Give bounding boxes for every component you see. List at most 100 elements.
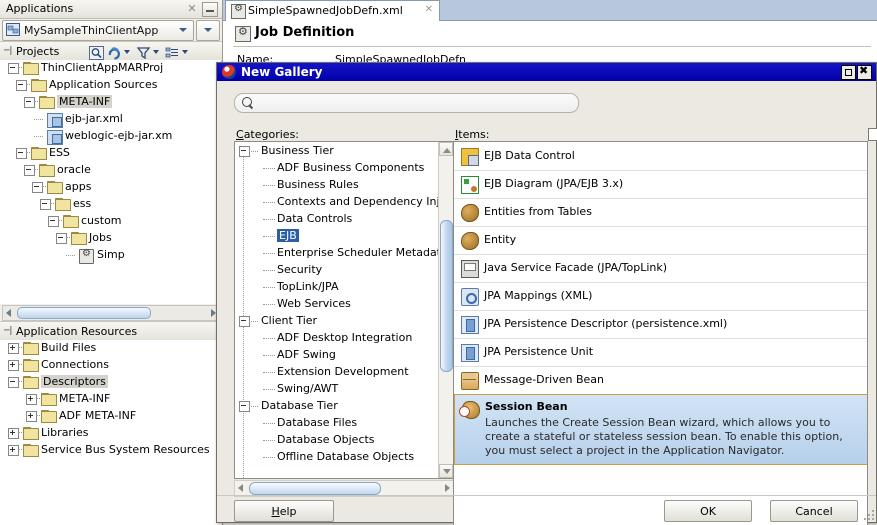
- tree-expander-icon[interactable]: [24, 165, 35, 176]
- ok-button[interactable]: OK: [664, 500, 752, 522]
- tree-expander-icon[interactable]: [26, 411, 37, 422]
- item-label: Entity: [484, 233, 517, 246]
- scroll-left-icon[interactable]: [6, 309, 11, 317]
- category-item[interactable]: ADF Business Components: [235, 159, 439, 176]
- tree-item-label: ThinClientAppMARProj: [41, 61, 164, 74]
- item-row[interactable]: JPA Persistence Descriptor (persistence.…: [454, 310, 867, 339]
- tree-expander-icon[interactable]: [24, 97, 35, 108]
- jpa-mappings-icon: [461, 288, 479, 306]
- categories-tree[interactable]: Business Tier ADF Business Components Busi…: [235, 142, 441, 478]
- scroll-up-icon[interactable]: [439, 142, 453, 156]
- tree-expander-icon[interactable]: [56, 233, 67, 244]
- scrollbar-thumb[interactable]: [440, 220, 453, 372]
- maximize-icon[interactable]: [841, 65, 856, 80]
- category-item[interactable]: Web Services: [235, 295, 439, 312]
- cancel-button[interactable]: Cancel: [770, 500, 858, 522]
- help-button[interactable]: Help: [234, 500, 334, 522]
- refresh-icon[interactable]: [106, 45, 123, 61]
- category-item[interactable]: ADF Swing: [235, 346, 439, 363]
- jpa-persistence-descriptor-icon: [461, 316, 479, 334]
- category-item[interactable]: Database Files: [235, 414, 439, 431]
- category-item[interactable]: Database Tier: [235, 397, 439, 414]
- chevron-down-icon[interactable]: [153, 50, 159, 54]
- minimize-icon[interactable]: [202, 2, 218, 17]
- scrollbar-thumb[interactable]: [17, 307, 151, 319]
- tree-expander-icon[interactable]: [40, 199, 51, 210]
- application-resources-tree[interactable]: Build Files Connections Descriptors META-IN…: [0, 340, 221, 525]
- projects-tree[interactable]: ThinClientAppMARProj Application Sources M…: [0, 60, 221, 304]
- item-row[interactable]: Entity: [454, 226, 867, 255]
- category-item[interactable]: Contexts and Dependency Inj: [235, 193, 440, 210]
- close-icon[interactable]: [857, 64, 872, 80]
- category-item[interactable]: Business Rules: [235, 176, 439, 193]
- item-label: Entities from Tables: [484, 205, 592, 218]
- category-item[interactable]: Enterprise Scheduler Metadat: [235, 244, 441, 261]
- tree-expander-icon[interactable]: [8, 377, 19, 388]
- item-row[interactable]: Entities from Tables: [454, 198, 867, 227]
- item-row[interactable]: JPA Persistence Unit: [454, 338, 867, 367]
- resize-grip[interactable]: [862, 508, 874, 520]
- category-item[interactable]: Offline Database Objects: [235, 448, 439, 465]
- tree-expander-icon[interactable]: [8, 445, 19, 456]
- item-label: JPA Persistence Unit: [484, 345, 594, 358]
- category-label: Database Objects: [277, 433, 375, 446]
- category-item[interactable]: ADF Desktop Integration: [235, 329, 439, 346]
- tree-expander-icon[interactable]: [8, 428, 19, 439]
- item-description: Launches the Create Session Bean wizard,…: [485, 416, 843, 457]
- item-row[interactable]: Message-Driven Bean: [454, 366, 867, 395]
- tree-expander-icon[interactable]: [8, 360, 19, 371]
- category-item[interactable]: Data Controls: [235, 210, 439, 227]
- close-icon[interactable]: ✕: [186, 2, 198, 15]
- chevron-down-icon[interactable]: [124, 50, 130, 54]
- search-box[interactable]: [234, 93, 579, 113]
- scroll-right-icon[interactable]: [445, 484, 450, 492]
- application-menu-button[interactable]: [196, 20, 220, 41]
- tree-expander-icon[interactable]: [8, 343, 19, 354]
- editor-heading-label: Job Definition: [255, 25, 355, 40]
- item-row[interactable]: EJB Diagram (JPA/EJB 3.x): [454, 170, 867, 199]
- search-input[interactable]: [259, 96, 573, 111]
- item-row[interactable]: EJB Data Control: [454, 142, 867, 171]
- item-row[interactable]: Java Service Facade (JPA/TopLink): [454, 254, 867, 283]
- category-item[interactable]: Swing/AWT: [235, 380, 439, 397]
- scroll-down-icon[interactable]: [439, 464, 453, 478]
- job-definition-icon: [79, 248, 94, 264]
- tree-expander-icon[interactable]: [16, 80, 27, 91]
- item-row[interactable]: JPA Mappings (XML): [454, 282, 867, 311]
- tree-expander-icon[interactable]: [32, 182, 43, 193]
- projects-horizontal-scrollbar[interactable]: [2, 305, 220, 321]
- scroll-left-icon[interactable]: [238, 484, 243, 492]
- tree-expander-icon[interactable]: [16, 148, 27, 159]
- editor-tab-simplespawnedjobdefn[interactable]: SimpleSpawnedJobDefn.xml ✕: [225, 0, 440, 21]
- category-item[interactable]: TopLink/JPA: [235, 278, 439, 295]
- search-projects-icon[interactable]: [88, 45, 105, 61]
- item-label: Message-Driven Bean: [484, 373, 605, 386]
- category-item[interactable]: EJB: [235, 227, 439, 244]
- category-item[interactable]: Database Objects: [235, 431, 439, 448]
- close-icon[interactable]: ✕: [425, 4, 433, 15]
- checkbox-box[interactable]: [868, 128, 877, 141]
- items-panel[interactable]: EJB Data Control EJB Diagram (JPA/EJB 3.x…: [453, 141, 868, 525]
- filter-icon[interactable]: [135, 45, 152, 61]
- dialog-title-bar[interactable]: New Gallery: [217, 63, 876, 81]
- scrollbar-thumb[interactable]: [249, 482, 381, 495]
- categories-vertical-scrollbar[interactable]: [438, 142, 453, 478]
- categories-panel[interactable]: Business Tier ADF Business Components Busi…: [234, 141, 454, 479]
- application-selector[interactable]: MySampleThinClientApp: [2, 20, 194, 41]
- view-options-icon[interactable]: [164, 45, 181, 61]
- category-item[interactable]: Security: [235, 261, 439, 278]
- tree-expander-icon[interactable]: [8, 63, 19, 74]
- tree-expander-icon[interactable]: [48, 216, 59, 227]
- collapse-icon[interactable]: ─|: [4, 46, 13, 56]
- category-item[interactable]: Business Tier: [235, 142, 439, 159]
- application-navigator-panel: Applications ✕ MySampleThinClientApp ─| …: [0, 0, 223, 525]
- tree-expander-icon[interactable]: [26, 394, 37, 405]
- category-item[interactable]: Extension Development: [235, 363, 439, 380]
- chevron-down-icon[interactable]: [182, 50, 188, 54]
- application-resources-title: Application Resources: [16, 325, 138, 338]
- item-row-selected[interactable]: Session Bean Launches the Create Session …: [454, 394, 867, 465]
- tree-item-label: Service Bus System Resources: [41, 443, 210, 456]
- collapse-icon[interactable]: ─|: [4, 326, 13, 336]
- category-item[interactable]: Client Tier: [235, 312, 439, 329]
- items-label: Items:: [455, 128, 490, 141]
